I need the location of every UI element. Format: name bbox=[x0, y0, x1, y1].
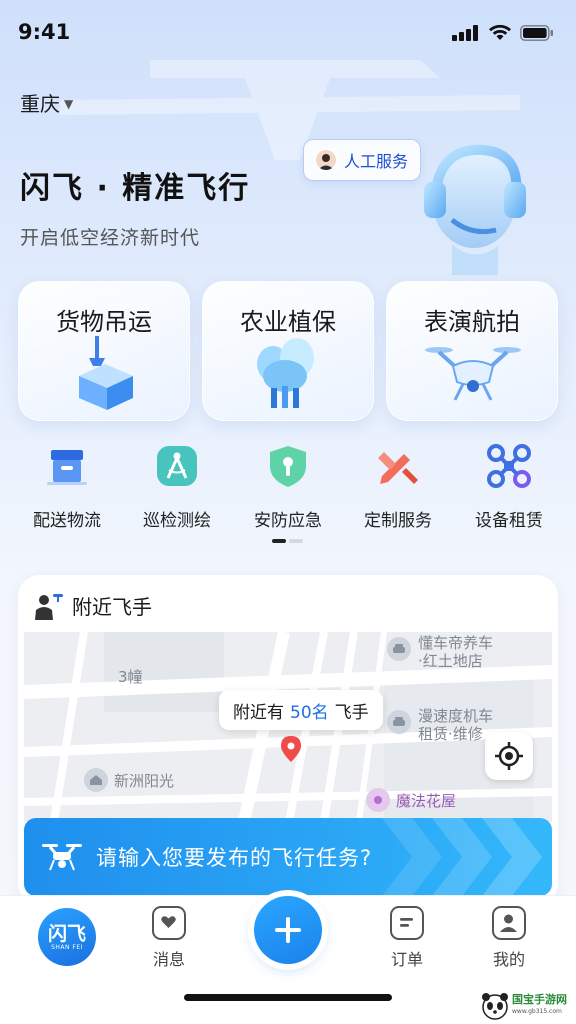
status-bar: 9:41 bbox=[0, 0, 576, 66]
tab-home-logo[interactable]: 闪飞 SHAN FEI bbox=[38, 908, 96, 966]
city-name: 重庆 bbox=[20, 92, 60, 116]
locate-button[interactable] bbox=[485, 732, 533, 780]
aerial-drone-icon bbox=[425, 347, 521, 401]
panda-logo-icon bbox=[482, 993, 508, 1020]
user-profile-icon bbox=[492, 906, 526, 940]
category-label: 配送物流 bbox=[33, 511, 101, 531]
car-icon bbox=[387, 710, 411, 734]
security-shield-icon bbox=[270, 446, 306, 487]
custom-service-icon bbox=[378, 452, 418, 484]
category-rental[interactable]: 设备租赁 bbox=[454, 442, 564, 531]
map-label-building: 3幢 bbox=[118, 668, 143, 686]
category-label: 设备租赁 bbox=[475, 511, 543, 531]
hero-title: 闪飞 · 精准飞行 bbox=[20, 171, 251, 206]
watermark-url: www.gb315.com bbox=[512, 1008, 562, 1015]
feature-card-agriculture[interactable]: 农业植保 bbox=[202, 281, 374, 421]
status-time: 9:41 bbox=[18, 20, 71, 44]
category-survey[interactable]: 巡检测绘 bbox=[122, 442, 232, 531]
customer-service-label: 人工服务 bbox=[344, 152, 409, 171]
city-selector[interactable]: 重庆 ▼ bbox=[20, 88, 73, 117]
category-custom[interactable]: 定制服务 bbox=[343, 442, 453, 531]
plus-icon bbox=[275, 917, 301, 943]
map-label-poi3: 新洲阳光 bbox=[114, 772, 175, 790]
category-pager bbox=[272, 539, 303, 543]
chevron-down-icon: ▼ bbox=[64, 96, 74, 111]
drone-icon bbox=[42, 844, 82, 871]
bubble-suffix: 飞手 bbox=[334, 702, 369, 723]
add-task-button[interactable] bbox=[254, 896, 322, 964]
category-security[interactable]: 安防应急 bbox=[233, 442, 343, 531]
map-label-poi2-sub: 租赁·维修 bbox=[418, 725, 483, 743]
tab-label: 我的 bbox=[492, 950, 525, 969]
car-icon bbox=[387, 637, 411, 661]
feature-cards: 货物吊运 农业植保 表演航拍 bbox=[18, 281, 558, 421]
category-row: 配送物流 巡检测绘 安防应急 定制服务 设备租赁 bbox=[0, 442, 576, 532]
order-list-icon bbox=[390, 906, 424, 940]
signal-icon bbox=[452, 24, 478, 41]
logo-text: 闪飞 bbox=[47, 922, 86, 945]
customer-service-button[interactable]: 人工服务 bbox=[303, 139, 421, 181]
agent-avatar bbox=[314, 148, 338, 172]
tab-mine[interactable]: 我的 bbox=[469, 906, 549, 970]
delivery-box-icon bbox=[47, 450, 87, 485]
bubble-prefix: 附近有 bbox=[233, 702, 284, 723]
feature-card-cargo[interactable]: 货物吊运 bbox=[18, 281, 190, 421]
feature-card-label: 表演航拍 bbox=[424, 308, 520, 336]
nearby-header: 附近飞手 bbox=[34, 591, 152, 620]
cargo-hoist-icon bbox=[79, 336, 133, 410]
feature-card-label: 农业植保 bbox=[240, 308, 336, 336]
pilot-count: 50名 bbox=[290, 702, 329, 723]
pilot-count-bubble: 附近有 50名 飞手 bbox=[219, 690, 383, 730]
status-icons bbox=[452, 24, 554, 41]
tab-label: 消息 bbox=[152, 950, 185, 969]
tab-label: 订单 bbox=[390, 950, 423, 969]
category-label: 巡检测绘 bbox=[143, 511, 211, 531]
pilot-icon bbox=[35, 593, 63, 620]
pager-dot-active bbox=[272, 539, 286, 543]
hero-subtitle: 开启低空经济新时代 bbox=[20, 227, 201, 249]
pager-dot bbox=[289, 539, 303, 543]
tab-messages[interactable]: 消息 bbox=[129, 906, 209, 970]
battery-icon bbox=[520, 24, 553, 41]
publish-placeholder: 请输入您要发布的飞行任务? bbox=[96, 846, 373, 870]
category-delivery[interactable]: 配送物流 bbox=[12, 442, 122, 531]
house-icon bbox=[84, 768, 108, 792]
location-pin-icon bbox=[281, 736, 301, 762]
logo-subtext: SHAN FEI bbox=[51, 943, 83, 951]
crop-protection-icon bbox=[257, 338, 314, 408]
nearby-title: 附近飞手 bbox=[72, 595, 152, 619]
publish-task-input[interactable]: 请输入您要发布的飞行任务? bbox=[24, 818, 552, 896]
feature-card-aerial[interactable]: 表演航拍 bbox=[386, 281, 558, 421]
drone-rental-icon bbox=[487, 444, 531, 488]
home-indicator bbox=[184, 994, 392, 1001]
flower-icon bbox=[366, 788, 390, 812]
crosshair-icon bbox=[495, 742, 523, 770]
map-label-poi1-sub: ·红土地店 bbox=[418, 652, 483, 670]
site-watermark: 国宝手游网 www.gb315.com bbox=[480, 988, 576, 1024]
message-heart-icon bbox=[152, 906, 186, 940]
chevron-decoration-icon bbox=[382, 818, 542, 896]
watermark-title: 国宝手游网 bbox=[512, 993, 567, 1006]
robot-headset-illustration bbox=[424, 144, 526, 275]
wifi-icon bbox=[489, 24, 511, 40]
survey-compass-icon bbox=[157, 446, 197, 486]
tab-orders[interactable]: 订单 bbox=[367, 906, 447, 970]
map-label-poi4: 魔法花屋 bbox=[396, 792, 457, 810]
nearby-map[interactable]: 3幢 懂车帝养车 ·红土地店 漫速度机车 租赁·维修 新洲阳光 魔法花屋 附近有… bbox=[24, 632, 552, 822]
category-label: 定制服务 bbox=[364, 511, 432, 531]
feature-card-label: 货物吊运 bbox=[56, 308, 152, 336]
category-label: 安防应急 bbox=[254, 511, 322, 531]
